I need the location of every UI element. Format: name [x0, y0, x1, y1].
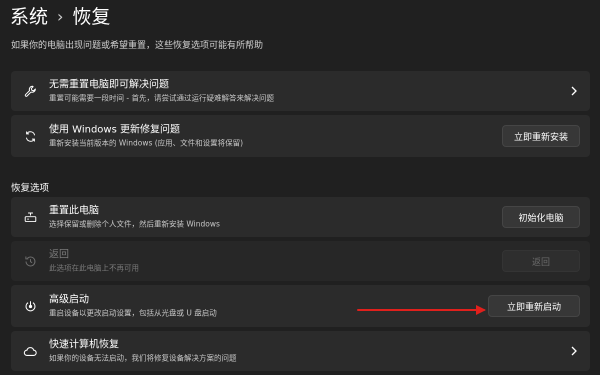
breadcrumb-system[interactable]: 系统	[10, 4, 48, 30]
advanced-startup-icon	[23, 299, 37, 313]
reset-pc-icon	[23, 210, 37, 224]
card-troubleshoot[interactable]: 无需重置电脑即可解决问题 重置可能需要一段时间 - 首先，请尝试通过运行疑难解答…	[11, 71, 590, 111]
card-advanced-startup: 高级启动 重启设备以更改启动设置，包括从光盘或 U 盘启动 立即重新启动	[11, 285, 590, 327]
card-reset-pc: 重置此电脑 选择保留或删除个人文件，然后重新安装 Windows 初始化电脑	[11, 197, 590, 237]
card-title: 快速计算机恢复	[49, 339, 119, 351]
chevron-right-icon[interactable]	[568, 345, 580, 357]
card-title: 重置此电脑	[49, 205, 99, 217]
cloud-icon	[23, 344, 37, 358]
card-description: 重新安装当前版本的 Windows (应用、文件和设置将保留)	[49, 138, 244, 148]
section-title-recovery-options: 恢复选项	[11, 183, 50, 194]
page-subtitle: 如果你的电脑出现问题或希望重置，这些恢复选项可能有所帮助	[11, 41, 264, 51]
history-icon	[23, 254, 37, 268]
wrench-icon	[23, 84, 37, 98]
page-title: 恢复	[72, 6, 111, 28]
card-windows-update-repair: 使用 Windows 更新修复问题 重新安装当前版本的 Windows (应用、…	[11, 115, 590, 157]
card-description: 重启设备以更改启动设置，包括从光盘或 U 盘启动	[49, 308, 217, 318]
annotation-arrow	[357, 305, 486, 315]
card-title: 返回	[49, 249, 69, 261]
card-description: 如果你的设备无法启动，我们将修复设备解决方案的问题	[49, 353, 237, 363]
card-description: 重置可能需要一段时间 - 首先，请尝试通过运行疑难解答来解决问题	[49, 93, 274, 103]
card-title: 高级启动	[49, 294, 89, 306]
card-quick-machine-recovery[interactable]: 快速计算机恢复 如果你的设备无法启动，我们将修复设备解决方案的问题	[11, 331, 590, 371]
reset-pc-button[interactable]: 初始化电脑	[502, 206, 580, 228]
card-description: 选择保留或删除个人文件，然后重新安装 Windows	[49, 219, 220, 229]
breadcrumb-separator: ›	[57, 7, 64, 26]
card-title: 无需重置电脑即可解决问题	[49, 79, 169, 91]
refresh-icon	[23, 129, 37, 143]
breadcrumb: 系统 › 恢复	[10, 4, 110, 30]
card-description: 此选项在此电脑上不再可用	[49, 263, 139, 273]
restart-now-button[interactable]: 立即重新启动	[488, 295, 580, 317]
reinstall-now-button[interactable]: 立即重新安装	[502, 125, 580, 147]
chevron-right-icon[interactable]	[568, 85, 580, 97]
go-back-button: 返回	[502, 250, 580, 272]
card-title: 使用 Windows 更新修复问题	[49, 124, 180, 136]
card-go-back: 返回 此选项在此电脑上不再可用 返回	[11, 241, 590, 281]
